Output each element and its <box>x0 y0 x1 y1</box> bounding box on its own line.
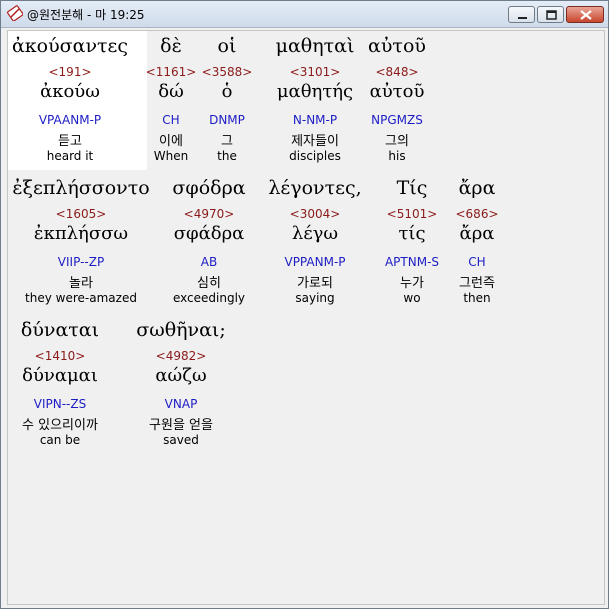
greek-word: σφόδρα <box>172 177 246 199</box>
parsing-code: VIPN--ZS <box>33 397 87 411</box>
lemma-word: δύναμαι <box>22 365 98 386</box>
strong-number[interactable]: <3004> <box>290 207 341 221</box>
lemma-word: ἐκπλήσσω <box>33 223 129 244</box>
korean-gloss: 그런즉 <box>459 276 495 291</box>
word-column[interactable]: σωθῆναι; <4982> αώζω VNAP 구원을 얻을 saved <box>121 315 241 455</box>
lemma-word: αώζω <box>155 365 207 386</box>
verse-row: δύναται <1410> δύναμαι VIPN--ZS 수 있으리이까 can b… <box>8 315 604 455</box>
korean-gloss: 수 있으리이까 <box>22 418 98 433</box>
strong-number[interactable]: <191> <box>48 65 91 79</box>
close-icon <box>580 10 592 20</box>
english-gloss: can be <box>39 433 81 447</box>
english-gloss: saved <box>163 433 199 447</box>
strong-number[interactable]: <4970> <box>184 207 235 221</box>
greek-word: λέγοντες, <box>268 177 362 199</box>
word-column[interactable]: αὐτοῦ <848> αὐτοῦ NPGMZS 그의 his <box>337 31 457 171</box>
english-gloss: exceedingly <box>172 291 246 305</box>
greek-word: ἄρα <box>458 177 496 199</box>
title-bar[interactable]: @원전분해 - 마 19:25 <box>1 1 608 28</box>
parsing-code: CH <box>468 255 486 269</box>
greek-word: δύναται <box>20 319 100 341</box>
word-column[interactable]: δύναται <1410> δύναμαι VIPN--ZS 수 있으리이까 can b… <box>0 315 120 455</box>
greek-word: σωθῆναι; <box>136 319 226 341</box>
english-gloss: then <box>463 291 491 305</box>
strong-number[interactable]: <1410> <box>35 349 86 363</box>
strong-number[interactable]: <1605> <box>56 207 107 221</box>
english-gloss: heard it <box>46 149 94 163</box>
lemma-word: ὁ <box>221 81 233 102</box>
korean-gloss: 제자들이 <box>291 134 339 149</box>
parsing-code: AB <box>200 255 218 269</box>
english-gloss: the <box>217 149 237 163</box>
greek-word: ἐξεπλήσσοντο <box>12 177 150 199</box>
english-gloss: his <box>388 149 406 163</box>
close-button[interactable] <box>566 6 604 23</box>
app-window: @원전분해 - 마 19:25 ἀκούσαντες <191> ἀκούω VPAA… <box>0 0 609 609</box>
dictionary-app-icon <box>7 5 24 22</box>
verse-row: ἀκούσαντες <191> ἀκούω VPAANM-P 듣고 heard it δὲ… <box>8 31 604 171</box>
word-column[interactable]: ἄρα <686> ἄρα CH 그런즉 then <box>417 173 537 313</box>
parsing-code: VPAANM-P <box>38 113 102 127</box>
strong-number[interactable]: <686> <box>455 207 498 221</box>
english-gloss: they were-amazed <box>25 291 137 305</box>
maximize-button[interactable] <box>537 6 564 23</box>
minimize-button[interactable] <box>508 6 535 23</box>
english-gloss: disciples <box>289 149 341 163</box>
minimize-icon <box>518 17 527 19</box>
strong-number[interactable]: <4982> <box>156 349 207 363</box>
strong-number[interactable]: <3588> <box>202 65 253 79</box>
parsing-code: VNAP <box>164 397 198 411</box>
window-title: @원전분해 - 마 19:25 <box>27 8 145 22</box>
strong-number[interactable]: <848> <box>375 65 418 79</box>
lemma-word: αὐτοῦ <box>369 81 425 102</box>
korean-gloss: 놀라 <box>69 276 93 291</box>
parsing-code: DNMP <box>209 113 245 127</box>
word-column[interactable]: σφόδρα <4970> σφάδρα AB 심히 exceedingly <box>149 173 269 313</box>
strong-number[interactable]: <3101> <box>290 65 341 79</box>
lemma-word: σφάδρα <box>173 223 245 244</box>
interlinear-panel: ἀκούσαντες <191> ἀκούω VPAANM-P 듣고 heard it δὲ… <box>7 30 605 605</box>
greek-word: οἱ <box>217 35 237 57</box>
verse-row: ἐξεπλήσσοντο <1605> ἐκπλήσσω VIIP--ZP 놀라 they… <box>8 173 604 313</box>
greek-word: αὐτοῦ <box>368 35 426 57</box>
lemma-word: λέγω <box>291 223 339 244</box>
parsing-code: NPGMZS <box>371 113 423 127</box>
korean-gloss: 그의 <box>385 134 409 149</box>
korean-gloss: 가로되 <box>297 276 333 291</box>
korean-gloss: 심히 <box>197 276 221 291</box>
english-gloss: saying <box>295 291 335 305</box>
parsing-code: VPPANM-P <box>284 255 346 269</box>
maximize-icon <box>546 10 557 20</box>
korean-gloss: 듣고 <box>58 134 82 149</box>
parsing-code: N-NM-P <box>292 113 338 127</box>
korean-gloss: 구원을 얻을 <box>149 418 213 433</box>
lemma-word: ἀκούω <box>40 81 100 102</box>
korean-gloss: 그 <box>221 134 233 149</box>
word-column[interactable]: ἐξεπλήσσοντο <1605> ἐκπλήσσω VIIP--ZP 놀라 they… <box>12 173 149 313</box>
parsing-code: VIIP--ZP <box>57 255 105 269</box>
lemma-word: ἄρα <box>459 223 495 244</box>
